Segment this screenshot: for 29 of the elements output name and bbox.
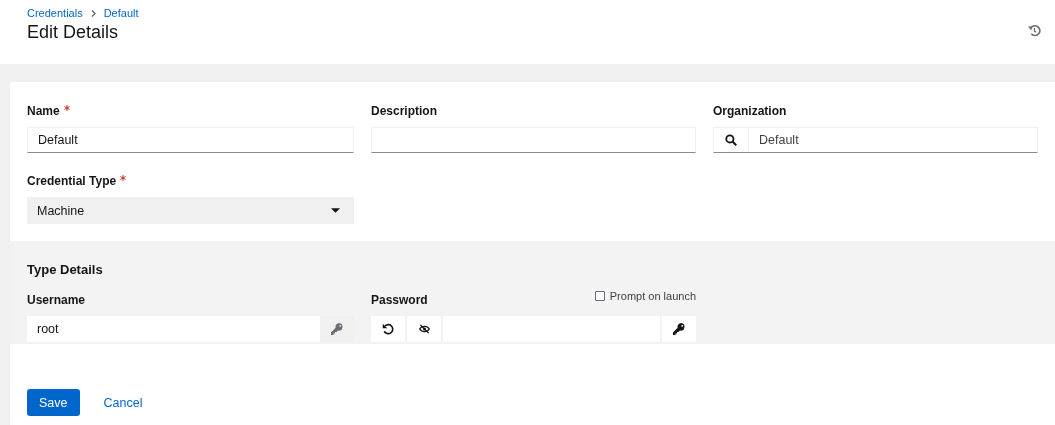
organization-lookup[interactable]: Default [713,127,1038,153]
prompt-checkbox[interactable]: Prompt on launch [594,290,696,302]
caret-icon [331,208,340,213]
show-password-button[interactable] [407,316,441,342]
field-label: Description [371,104,437,118]
username-field[interactable]: root [27,316,320,342]
credential-type-select[interactable]: Machine [27,197,354,224]
key-icon [331,323,343,335]
field-label: Username [27,293,86,307]
cancel-link[interactable]: Cancel [103,395,143,410]
key-icon [673,323,685,335]
text-field[interactable] [371,127,696,153]
section-title: Type Details [27,262,104,277]
breadcrumb-link[interactable]: Default [103,7,139,19]
undo-icon [382,323,394,335]
breadcrumb-link[interactable]: Credentials [27,7,83,19]
text-field[interactable]: Default [27,127,354,153]
save-button[interactable]: Save [27,389,80,416]
page-title: Edit Details [27,22,120,43]
revert-button[interactable] [371,316,405,342]
history-icon[interactable] [1028,24,1041,37]
eye-slash-icon [418,324,430,334]
field-label: Credential Type [27,174,117,188]
field-label: Password [371,293,428,307]
search-icon[interactable] [725,134,737,146]
key-button[interactable] [662,316,696,342]
chevron-icon [90,9,96,17]
field-label: Organization [713,104,787,118]
field-label: Name [27,104,60,118]
